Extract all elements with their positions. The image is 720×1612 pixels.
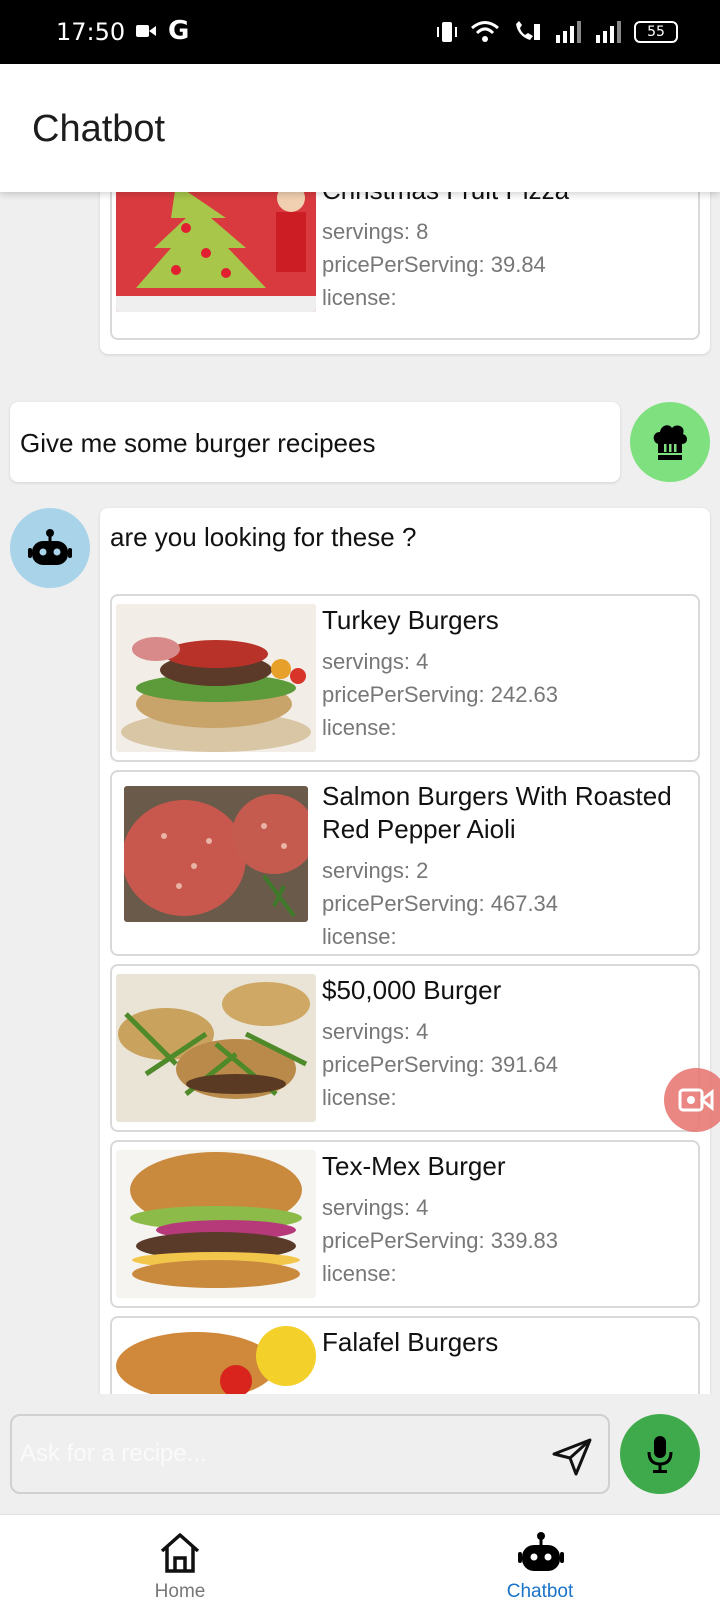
recipe-price: pricePerServing: 339.83 [322,1228,559,1253]
recipe-license: license: [322,715,397,740]
home-icon [160,1533,200,1573]
recipe-price: pricePerServing: 242.63 [322,682,559,707]
status-bar: 17:50 G 55 [0,0,720,64]
message-input[interactable] [20,1432,520,1476]
signal-icon-2 [596,21,621,43]
recipe-servings: servings: 4 [322,1195,429,1220]
recipe-image [116,974,316,1122]
recipe-title: Falafel Burgers [322,1327,499,1357]
wifi-icon [471,21,499,42]
send-icon[interactable] [550,1436,594,1476]
user-message-text: Give me some burger recipees [20,428,376,458]
nav-chatbot-label: Chatbot [506,1581,574,1602]
recipe-license: license: [322,924,397,949]
message-input-wrapper [10,1414,610,1494]
robot-icon [28,529,72,565]
recipe-image [124,786,308,922]
recipe-image [116,1326,316,1394]
recipe-title: Salmon Burgers With Roasted Red Pepper A… [322,781,672,844]
chat-area[interactable]: Christmas Fruit Pizza servings: 8 priceP… [0,192,720,1394]
google-icon: G [168,16,190,46]
app-header: Chatbot [0,64,720,192]
recipe-info: Turkey Burgers servings: 4 pricePerServi… [322,604,690,744]
recipe-info: Christmas Fruit Pizza servings: 8 priceP… [322,192,690,314]
battery-icon: 55 [634,21,678,43]
user-message-row: Give me some burger recipees [10,402,710,484]
recipe-license: license: [322,1085,397,1110]
status-time: 17:50 [56,18,126,46]
nav-home[interactable]: Home [80,1515,280,1612]
mic-icon [647,1436,673,1473]
bot-greeting-text: are you looking for these ? [110,522,417,552]
recipe-card[interactable]: Falafel Burgers [110,1316,700,1394]
recipe-price: pricePerServing: 391.64 [322,1052,559,1077]
bot-message: are you looking for these ? Turkey Burge… [100,508,710,1394]
chef-hat-icon [653,425,688,460]
recipe-card[interactable]: Turkey Burgers servings: 4 pricePerServi… [110,594,700,762]
robot-icon [518,1532,564,1571]
recipe-servings: servings: 4 [322,649,429,674]
recipe-servings: servings: 4 [322,1019,429,1044]
recipe-title: $50,000 Burger [322,975,502,1005]
recipe-card[interactable]: Salmon Burgers With Roasted Red Pepper A… [110,770,700,956]
recipe-image [116,604,316,752]
recipe-info: Salmon Burgers With Roasted Red Pepper A… [322,780,690,953]
bot-avatar [10,508,90,588]
recipe-info: $50,000 Burger servings: 4 pricePerServi… [322,974,690,1114]
user-avatar [630,402,710,482]
recipe-card[interactable]: $50,000 Burger servings: 4 pricePerServi… [110,964,700,1132]
recipe-servings: servings: 2 [322,858,429,883]
recipe-card[interactable]: Tex-Mex Burger servings: 4 pricePerServi… [110,1140,700,1308]
status-icons: 55 [436,18,678,46]
video-icon [136,25,156,37]
recipe-info: Tex-Mex Burger servings: 4 pricePerServi… [322,1150,690,1290]
recipe-image [116,1150,316,1298]
screen-record-button[interactable] [664,1068,720,1132]
nav-chatbot[interactable]: Chatbot [440,1515,640,1612]
camera-record-icon [678,1088,714,1112]
signal-icon [556,21,581,43]
bottom-navigation: Home Chatbot [0,1514,720,1612]
recipe-title: Turkey Burgers [322,605,499,635]
recipe-info: Falafel Burgers [322,1326,690,1367]
page-title: Chatbot [32,108,166,150]
recipe-price: pricePerServing: 467.34 [322,891,559,916]
recipe-price: pricePerServing: 39.84 [322,252,546,277]
recipe-title: Tex-Mex Burger [322,1151,506,1181]
nav-home-label: Home [154,1581,206,1602]
wifi-call-icon [516,21,540,40]
recipe-card[interactable]: Christmas Fruit Pizza servings: 8 priceP… [110,192,700,340]
mic-button[interactable] [620,1414,700,1494]
bot-message-previous: Christmas Fruit Pizza servings: 8 priceP… [100,192,710,354]
recipe-image [116,192,316,312]
recipe-servings: servings: 8 [322,219,429,244]
vibrate-icon [437,22,457,42]
recipe-license: license: [322,1261,397,1286]
input-bar [0,1394,720,1514]
user-message: Give me some burger recipees [10,402,620,482]
recipe-license: license: [322,285,397,310]
recipe-title: Christmas Fruit Pizza [322,192,690,207]
